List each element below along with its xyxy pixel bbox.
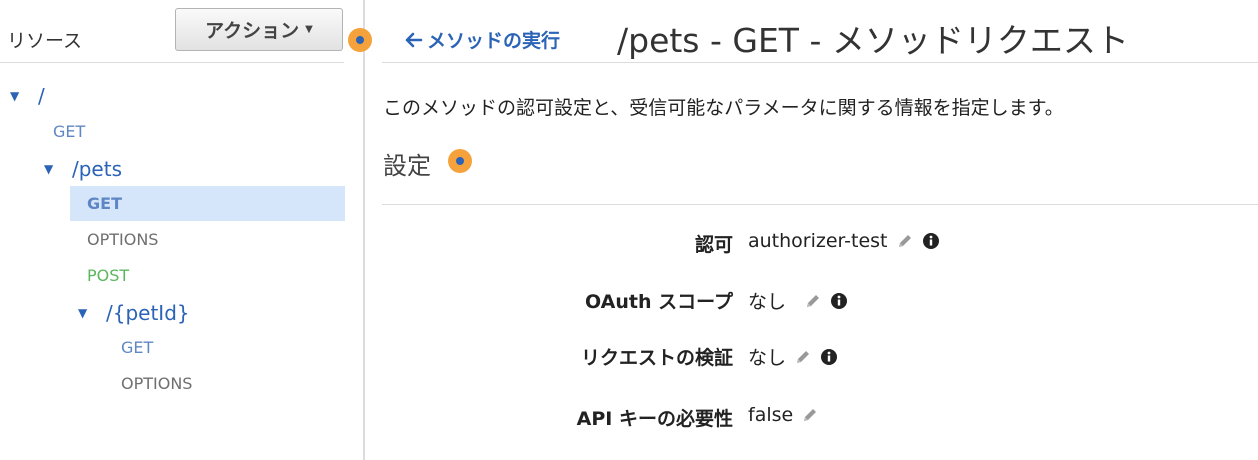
tree-method-pets-post[interactable]: POST [87, 266, 129, 285]
setting-value: false [748, 404, 794, 426]
method-label[interactable]: OPTIONS [121, 374, 192, 393]
pencil-icon[interactable] [804, 292, 822, 310]
resources-title: リソース [7, 30, 83, 52]
marker-dot-icon [348, 28, 372, 52]
actions-button-label: アクション [205, 20, 300, 42]
tree-path-pets[interactable]: /pets [72, 157, 122, 181]
setting-label: API キーの必要性 [576, 408, 733, 430]
caret-down-icon: ▼ [305, 24, 313, 35]
tree-node-root[interactable]: ▼ / [10, 84, 45, 108]
setting-value-wrap: false [748, 404, 819, 426]
page-description: このメソッドの認可設定と、受信可能なパラメータに関する情報を指定します。 [383, 97, 1064, 119]
info-icon[interactable] [922, 232, 940, 250]
pencil-icon[interactable] [896, 232, 914, 250]
setting-row-oauth-scopes: OAuth スコープ なし [382, 287, 1258, 317]
sidebar-divider [0, 62, 344, 63]
setting-value-wrap: authorizer-test [748, 230, 940, 252]
setting-value: なし [748, 347, 787, 369]
back-link-label[interactable]: メソッドの実行 [427, 26, 560, 53]
header-divider [382, 62, 1258, 63]
tree-node-pets[interactable]: ▼ /pets [44, 157, 122, 181]
setting-value-wrap: なし [748, 343, 838, 370]
arrow-left-icon [405, 32, 423, 47]
method-label[interactable]: GET [121, 338, 153, 357]
tree-path-root[interactable]: / [38, 84, 45, 108]
section-title-label: 設定 [383, 152, 431, 180]
setting-label: OAuth スコープ [585, 291, 733, 313]
tree-method-root-get[interactable]: GET [53, 122, 85, 141]
tree-node-petid[interactable]: ▼ /{petId} [78, 301, 190, 325]
setting-row-api-key-required: API キーの必要性 false [382, 404, 1258, 434]
pencil-icon[interactable] [801, 406, 819, 424]
caret-down-icon[interactable]: ▼ [44, 162, 60, 176]
panel-divider[interactable] [363, 0, 365, 460]
method-label[interactable]: GET [87, 194, 122, 213]
resources-sidebar: リソース アクション ▼ ▼ / GET ▼ /pets GET OPTIONS… [0, 0, 362, 460]
setting-row-request-validation: リクエストの検証 なし [382, 343, 1258, 373]
setting-value-wrap: なし [748, 287, 848, 314]
setting-value: なし [748, 291, 787, 313]
tree-path-petid[interactable]: /{petId} [106, 301, 190, 325]
info-icon[interactable] [830, 292, 848, 310]
tree-method-petid-options[interactable]: OPTIONS [121, 374, 192, 393]
setting-label: 認可 [694, 234, 733, 256]
tree-method-petid-get[interactable]: GET [121, 338, 153, 357]
caret-down-icon[interactable]: ▼ [10, 89, 26, 103]
tree-method-pets-options[interactable]: OPTIONS [87, 230, 158, 249]
section-divider [382, 204, 1258, 205]
actions-button[interactable]: アクション ▼ [175, 8, 343, 51]
setting-label: リクエストの検証 [580, 347, 733, 369]
section-title-settings: 設定 [383, 146, 431, 181]
setting-value: authorizer-test [748, 230, 888, 252]
page-title: /pets - GET - メソッドリクエスト [617, 21, 1129, 60]
tree-method-pets-get[interactable]: GET [87, 194, 122, 213]
caret-down-icon[interactable]: ▼ [78, 306, 94, 320]
method-label[interactable]: POST [87, 266, 129, 285]
method-label[interactable]: GET [53, 122, 85, 141]
marker-dot-icon [448, 149, 472, 173]
back-to-method-execution-link[interactable]: メソッドの実行 [405, 26, 560, 53]
method-label[interactable]: OPTIONS [87, 230, 158, 249]
info-icon[interactable] [820, 348, 838, 366]
setting-row-authorization: 認可 authorizer-test [382, 230, 1258, 260]
pencil-icon[interactable] [794, 348, 812, 366]
